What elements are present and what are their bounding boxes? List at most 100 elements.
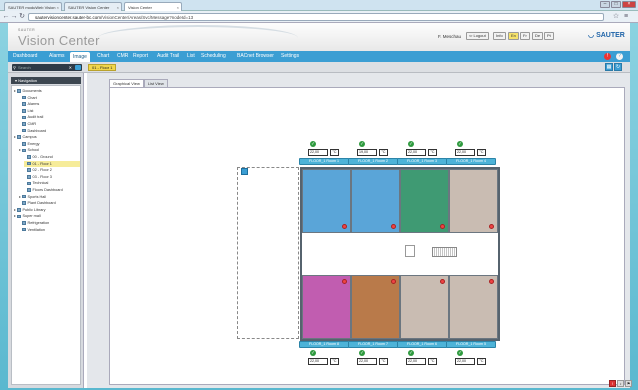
- tree-item[interactable]: Plant Dashboard: [19, 200, 80, 206]
- lang-pt-button[interactable]: Pt: [544, 32, 554, 40]
- room-label[interactable]: FLOOR_1 Room 8: [299, 341, 349, 348]
- window-close-button[interactable]: ×: [622, 1, 636, 8]
- tree-item[interactable]: ▸ School: [19, 147, 80, 153]
- alarm-icon[interactable]: !: [604, 53, 611, 60]
- room-area[interactable]: [449, 169, 498, 233]
- tree-item[interactable]: 00 - Ground: [24, 154, 80, 160]
- room-label[interactable]: FLOOR_1 Room 2: [348, 158, 398, 165]
- room-label[interactable]: FLOOR_1 Room 1: [299, 158, 349, 165]
- tree-item[interactable]: 03 - Floor 3: [24, 174, 80, 180]
- tree-item[interactable]: Chart: [19, 95, 80, 101]
- close-icon[interactable]: ×: [117, 5, 119, 10]
- tree-item[interactable]: ▸ Public Library: [14, 207, 80, 213]
- room-area[interactable]: [400, 169, 449, 233]
- lang-fr-button[interactable]: Fr: [520, 32, 530, 40]
- refresh-icon[interactable]: ↻: [614, 63, 622, 71]
- lang-de-button[interactable]: De: [532, 32, 544, 40]
- tree-item[interactable]: Energy: [19, 141, 80, 147]
- logout-button[interactable]: ⇦ Logout: [466, 32, 489, 40]
- nav-bacnet-browser[interactable]: BACnet Browser: [234, 51, 277, 62]
- tree-item[interactable]: Dashboard: [19, 128, 80, 134]
- alarm-dot-icon[interactable]: [391, 279, 396, 284]
- room-label[interactable]: FLOOR_1 Room 6: [397, 341, 447, 348]
- tree-item[interactable]: Alarms: [19, 101, 80, 107]
- room-area[interactable]: [351, 275, 400, 339]
- forward-icon[interactable]: →: [10, 13, 18, 21]
- tree-item[interactable]: ▸ Campus: [14, 134, 80, 140]
- room-label[interactable]: FLOOR_1 Room 3: [397, 158, 447, 165]
- breadcrumb[interactable]: 01 - Floor 1: [88, 64, 117, 71]
- help-icon[interactable]: ?: [616, 53, 623, 60]
- lang-en-button[interactable]: En: [508, 32, 519, 40]
- grid-view-icon[interactable]: ▦: [605, 63, 613, 71]
- browser-tab-moduweb[interactable]: SAUTER moduWeb Vision ×: [4, 2, 62, 11]
- temperature-value[interactable]: 22,00: [357, 358, 377, 365]
- nav-cmr[interactable]: CMR: [114, 51, 131, 62]
- alarm-dot-icon[interactable]: [342, 279, 347, 284]
- temperature-value[interactable]: 22,00: [308, 358, 328, 365]
- maximize-button[interactable]: □: [611, 1, 621, 8]
- url-input[interactable]: sautervisioncenter.sauter-bc.com/VisionC…: [28, 13, 604, 21]
- tab-graphical-view[interactable]: Graphical View: [109, 79, 144, 87]
- menu-icon[interactable]: ≡: [622, 13, 630, 21]
- nav-list[interactable]: List: [184, 51, 198, 62]
- move-handle-icon[interactable]: [241, 168, 248, 175]
- tree-item[interactable]: Ventilation: [19, 227, 80, 233]
- temperature-value[interactable]: 22,00: [406, 149, 426, 156]
- alarm-dot-icon[interactable]: [489, 224, 494, 229]
- browser-tab-vision-center-sauter[interactable]: SAUTER Vision Center ×: [64, 2, 122, 11]
- tree-item[interactable]: Technical: [24, 180, 80, 186]
- room-area[interactable]: [302, 275, 351, 339]
- minimize-button[interactable]: –: [600, 1, 610, 8]
- tree-item[interactable]: 01 - Floor 1: [24, 160, 80, 167]
- search-go-button[interactable]: [75, 65, 81, 70]
- nav-report[interactable]: Report: [130, 51, 151, 62]
- tree-item[interactable]: ▸ Documents: [14, 88, 80, 94]
- alarm-dot-icon[interactable]: [489, 279, 494, 284]
- alarm-dot-icon[interactable]: [440, 279, 445, 284]
- close-icon[interactable]: ×: [177, 5, 179, 10]
- temperature-value[interactable]: 22,00: [455, 149, 475, 156]
- flag-icon[interactable]: ⚑: [625, 380, 632, 387]
- nav-dashboard[interactable]: Dashboard: [10, 51, 40, 62]
- alarm-dot-icon[interactable]: [391, 224, 396, 229]
- nav-audit-trail[interactable]: Audit Trail: [154, 51, 182, 62]
- alarm-dot-icon[interactable]: [342, 224, 347, 229]
- tree-item[interactable]: ▸ Sports Hall: [19, 194, 80, 200]
- star-icon[interactable]: ☆: [612, 13, 620, 21]
- nav-scheduling[interactable]: Scheduling: [198, 51, 229, 62]
- temperature-value[interactable]: 19,00: [357, 149, 377, 156]
- sound-icon[interactable]: ♪: [617, 380, 624, 387]
- room-label[interactable]: FLOOR_1 Room 7: [348, 341, 398, 348]
- tree-item[interactable]: CMR: [19, 121, 80, 127]
- nav-chart[interactable]: Chart: [94, 51, 112, 62]
- nav-alarms[interactable]: Alarms: [46, 51, 68, 62]
- room-label[interactable]: FLOOR_1 Room 5: [446, 341, 496, 348]
- search-input[interactable]: ⚲ Search ✕: [12, 64, 82, 71]
- close-icon[interactable]: ×: [57, 5, 59, 10]
- browser-tab-vision-center[interactable]: Vision Center ×: [124, 2, 182, 11]
- room-area[interactable]: [351, 169, 400, 233]
- tree-item[interactable]: Refrigeration: [19, 220, 80, 226]
- tree-item[interactable]: Audit trail: [19, 114, 80, 120]
- tree-item[interactable]: List: [19, 108, 80, 114]
- room-area[interactable]: [400, 275, 449, 339]
- room-area[interactable]: [302, 169, 351, 233]
- room-label[interactable]: FLOOR_1 Room 4: [446, 158, 496, 165]
- nav-image[interactable]: Image: [70, 52, 90, 62]
- reload-icon[interactable]: ↻: [18, 13, 26, 21]
- tree-item[interactable]: ▸ Super mall: [14, 213, 80, 219]
- tab-list-view[interactable]: List View: [143, 79, 168, 87]
- alarm-dot-icon[interactable]: [440, 224, 445, 229]
- info-button[interactable]: Info: [493, 32, 506, 40]
- temperature-value[interactable]: 22,00: [308, 149, 328, 156]
- alert-icon[interactable]: !: [609, 380, 616, 387]
- tree-item[interactable]: Floors Dashboard: [24, 187, 80, 193]
- nav-settings[interactable]: Settings: [278, 51, 302, 62]
- tree-item[interactable]: 02 - Floor 2: [24, 167, 80, 173]
- temperature-value[interactable]: 22,00: [406, 358, 426, 365]
- room-area[interactable]: [449, 275, 498, 339]
- selection-box[interactable]: [237, 167, 299, 339]
- back-icon[interactable]: ←: [2, 13, 10, 21]
- clear-icon[interactable]: ✕: [69, 64, 72, 71]
